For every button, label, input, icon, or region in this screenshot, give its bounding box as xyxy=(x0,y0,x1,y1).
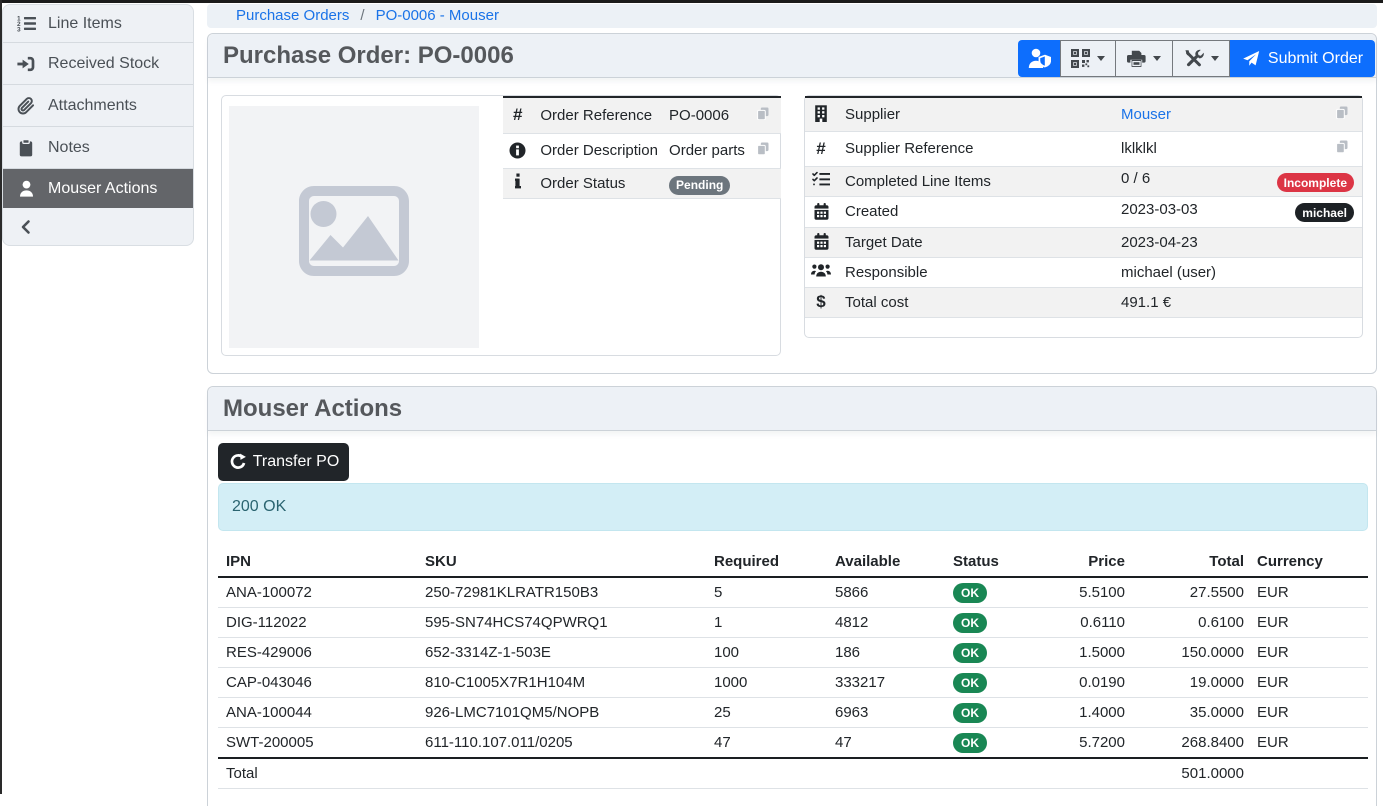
svg-text:3: 3 xyxy=(17,27,21,34)
